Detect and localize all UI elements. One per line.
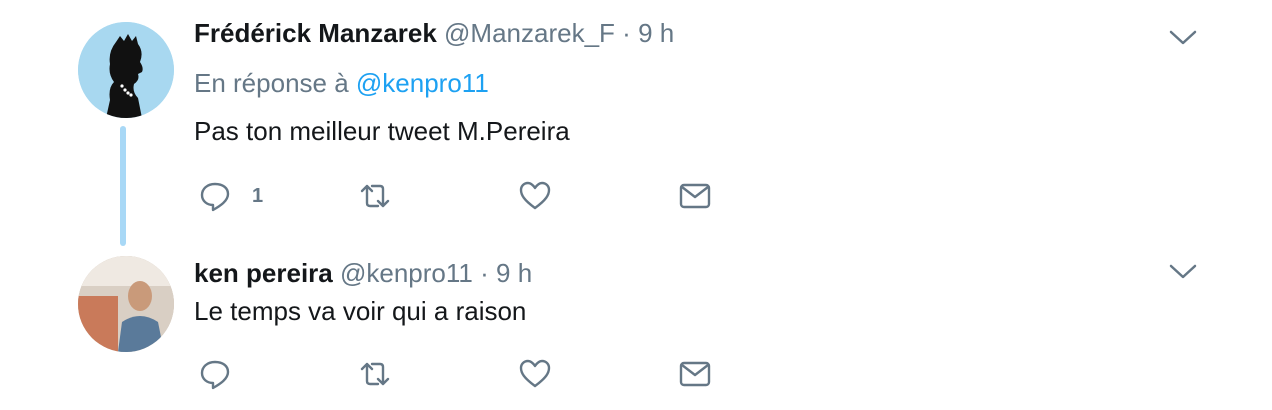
direct-message-button[interactable] bbox=[678, 356, 712, 392]
timestamp[interactable]: 9 h bbox=[638, 18, 674, 48]
tweet-2[interactable]: ken pereira @kenpro11 · 9 h Le temps va … bbox=[0, 250, 1272, 410]
author-name[interactable]: Frédérick Manzarek bbox=[194, 18, 437, 48]
reply-count: 1 bbox=[252, 184, 264, 207]
envelope-icon bbox=[679, 361, 711, 387]
heart-icon bbox=[519, 359, 551, 388]
reply-mention-link[interactable]: @kenpro11 bbox=[356, 68, 489, 98]
timestamp[interactable]: 9 h bbox=[496, 258, 532, 288]
retweet-button[interactable] bbox=[358, 356, 392, 392]
tweet-actions bbox=[198, 356, 758, 392]
envelope-icon bbox=[679, 183, 711, 209]
thread-line bbox=[120, 126, 126, 246]
like-button[interactable] bbox=[518, 178, 552, 214]
avatar[interactable] bbox=[78, 22, 174, 118]
like-button[interactable] bbox=[518, 356, 552, 392]
separator: · bbox=[480, 258, 489, 288]
reply-prefix: En réponse à bbox=[194, 68, 349, 98]
retweet-icon bbox=[360, 184, 390, 208]
reply-icon bbox=[200, 360, 230, 390]
author-name[interactable]: ken pereira bbox=[194, 258, 333, 288]
retweet-button[interactable] bbox=[358, 178, 392, 214]
retweet-icon bbox=[360, 362, 390, 386]
separator: · bbox=[622, 18, 631, 48]
heart-icon bbox=[519, 181, 551, 210]
reply-icon bbox=[200, 182, 230, 212]
tweet-header: Frédérick Manzarek @Manzarek_F · 9 h bbox=[194, 18, 674, 49]
reply-context: En réponse à @kenpro11 bbox=[194, 68, 489, 99]
chevron-down-icon[interactable] bbox=[1168, 28, 1198, 48]
queen-silhouette-icon bbox=[78, 22, 174, 118]
tweet-header: ken pereira @kenpro11 · 9 h bbox=[194, 258, 532, 289]
tweet-text: Pas ton meilleur tweet M.Pereira bbox=[194, 116, 570, 146]
profile-photo-icon bbox=[78, 256, 174, 352]
avatar[interactable] bbox=[78, 256, 174, 352]
author-handle[interactable]: @kenpro11 bbox=[340, 258, 473, 288]
tweet-actions: 1 bbox=[198, 178, 758, 214]
tweet-text: Le temps va voir qui a raison bbox=[194, 296, 527, 326]
reply-button[interactable] bbox=[198, 356, 252, 392]
author-handle[interactable]: @Manzarek_F bbox=[444, 18, 615, 48]
reply-button[interactable]: 1 bbox=[198, 178, 263, 214]
direct-message-button[interactable] bbox=[678, 178, 712, 214]
tweet-1[interactable]: Frédérick Manzarek @Manzarek_F · 9 h En … bbox=[0, 0, 1272, 250]
chevron-down-icon[interactable] bbox=[1168, 262, 1198, 282]
